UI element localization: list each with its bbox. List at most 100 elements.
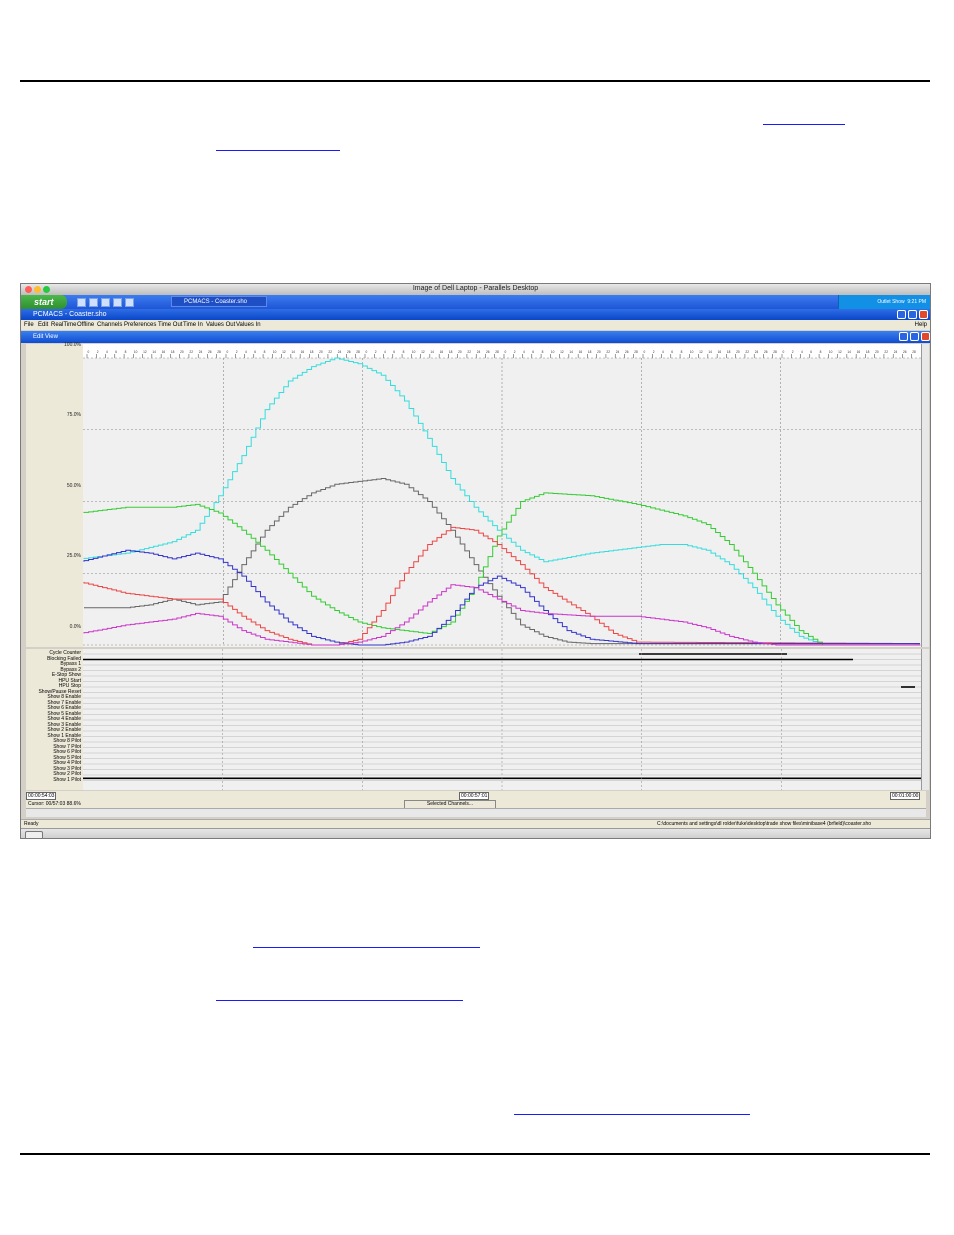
menu-preferences[interactable]: Preferences [124,320,156,330]
doc-link-1[interactable] [763,124,845,125]
ruler-tick-label: 2 [375,350,377,354]
ruler-tick-label: 10 [134,350,138,354]
ruler-tick-label: 4 [523,350,525,354]
ruler-tick-label: 18 [588,350,592,354]
digital-channel-labels: Cycle Counter Blocking Failed Bypass 1 Bypa… [26,649,84,790]
ruler-tick-label: 6 [115,350,117,354]
minimize-icon[interactable] [897,310,906,319]
ruler-tick-label: 22 [328,350,332,354]
ruler-tick-label: 8 [403,350,405,354]
digital-channel-chart[interactable] [83,649,921,790]
doc-link-2[interactable] [216,150,340,151]
ruler-tick-label: 18 [727,350,731,354]
child-close-icon[interactable] [921,332,930,341]
system-tray: Outlet Show 9:21 PM [838,295,930,309]
ruler-tick-label: 8 [542,350,544,354]
top-rule [20,80,930,82]
ruler-tick-label: 2 [792,350,794,354]
doc-link-5[interactable] [514,1114,750,1115]
ruler-tick-label: 4 [245,350,247,354]
child-minimize-icon[interactable] [899,332,908,341]
ruler-tick-label: 26 [764,350,768,354]
ruler-tick-label: 18 [866,350,870,354]
ruler-tick-label: 24 [199,350,203,354]
start-button[interactable]: start [21,295,67,309]
quicklaunch-icon[interactable] [77,298,86,307]
ruler-tick-label: 28 [634,350,638,354]
right-time-field[interactable]: 00:01:00:00 [890,792,921,800]
menu-help[interactable]: Help [915,320,927,330]
ruler-tick-label: 12 [560,350,564,354]
y-tick-label: 100.0% [64,342,81,348]
screenshot-frame: Image of Dell Laptop - Parallels Desktop… [20,283,931,839]
quicklaunch-icon[interactable] [125,298,134,307]
horizontal-scrollbar[interactable] [26,808,926,817]
ruler-tick-label: 8 [125,350,127,354]
child-maximize-icon[interactable] [910,332,919,341]
ruler-tick-label: 4 [662,350,664,354]
ruler-tick-label: 24 [477,350,481,354]
ruler-tick-label: 22 [884,350,888,354]
ruler-tick-label: 26 [208,350,212,354]
left-time-field[interactable]: 00:00:54:03 [26,792,57,800]
ruler-tick-label: 10 [690,350,694,354]
menu-offline[interactable]: Offline [77,320,94,330]
ruler-tick-label: 20 [180,350,184,354]
menu-realtime[interactable]: RealTime [51,320,76,330]
ruler-tick-label: 12 [282,350,286,354]
ruler-tick-label: 16 [579,350,583,354]
ruler-tick-label: 28 [773,350,777,354]
ruler-tick-label: 0 [644,350,646,354]
mid-time-field[interactable]: 00:00:57:01 [459,792,490,800]
quicklaunch-icon[interactable] [101,298,110,307]
menu-values-in[interactable]: Values In [236,320,261,330]
ruler-tick-label: 10 [829,350,833,354]
menu-values-out[interactable]: Values Out [206,320,235,330]
ruler-tick-label: 2 [236,350,238,354]
ruler-tick-label: 10 [412,350,416,354]
menu-file[interactable]: File [24,320,34,330]
ruler-tick-label: 4 [801,350,803,354]
ruler-tick-label: 16 [440,350,444,354]
ruler-tick-label: 0 [88,350,90,354]
ruler-tick-label: 26 [486,350,490,354]
edit-view-title: Edit View [33,334,58,340]
ruler-tick-label: 14 [569,350,573,354]
ruler-tick-label: 4 [106,350,108,354]
menu-time-out[interactable]: Time Out [158,320,182,330]
taskbar-app-button[interactable]: PCMACS - Coaster.sho [171,296,267,307]
menu-channels[interactable]: Channels [97,320,122,330]
menu-time-in[interactable]: Time In [183,320,203,330]
ruler-tick-label: 6 [532,350,534,354]
ruler-tick-label: 14 [708,350,712,354]
ruler-tick-label: 2 [97,350,99,354]
ruler-tick-label: 26 [625,350,629,354]
ruler-tick-label: 16 [718,350,722,354]
doc-link-4[interactable] [216,1000,463,1001]
ruler-tick-label: 24 [616,350,620,354]
ruler-tick-label: 26 [903,350,907,354]
ruler-tick-label: 24 [894,350,898,354]
analog-chart[interactable]: 0 2 4 6 8 10 12 14 16 18 20 22 24 26 28 0 2 4 6 8 10 12 14 16 18… [83,344,921,647]
ruler-tick-label: 20 [319,350,323,354]
ruler-tick-label: 20 [875,350,879,354]
quicklaunch-icon[interactable] [89,298,98,307]
ruler-tick-label: 10 [551,350,555,354]
ruler-tick-label: 22 [467,350,471,354]
menu-edit[interactable]: Edit [38,320,48,330]
chart-vertical-scrollbar[interactable] [921,344,929,647]
chart-y-axis-panel: 100.0% 75.0% 50.0% 25.0% 0.0% [26,342,84,647]
maximize-icon[interactable] [908,310,917,319]
cursor-bar: Cursor: 00/57:03 88.6% Selected Channels… [26,800,926,809]
digital-vertical-scrollbar[interactable] [921,649,929,790]
ruler-tick-label: 28 [495,350,499,354]
doc-link-3[interactable] [253,947,480,948]
ruler-tick-label: 16 [857,350,861,354]
bottom-rule [20,1153,930,1155]
power-icon[interactable] [25,831,43,838]
close-icon[interactable] [919,310,928,319]
ruler-tick-label: 12 [143,350,147,354]
quicklaunch-icon[interactable] [113,298,122,307]
ruler-tick-label: 12 [838,350,842,354]
tray-clock: 9:21 PM [907,299,926,305]
